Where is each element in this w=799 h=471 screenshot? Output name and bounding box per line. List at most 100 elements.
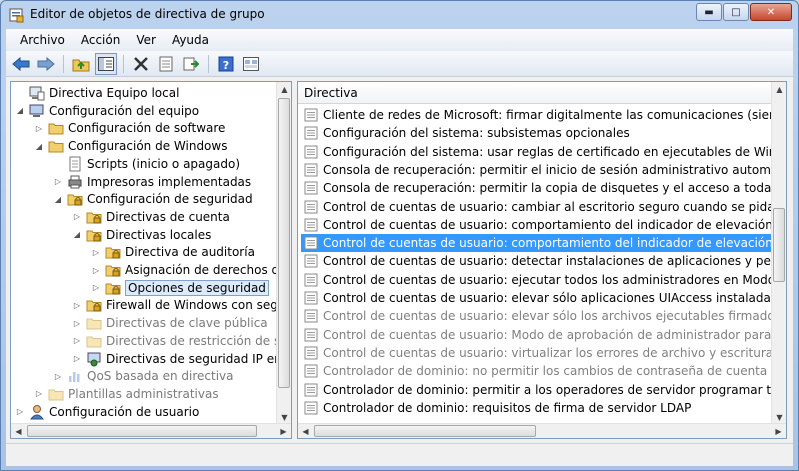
list-horizontal-scrollbar[interactable]: ◀ ▶ <box>298 423 786 438</box>
tree-node[interactable]: Directiva Equipo local <box>15 84 179 102</box>
policy-row[interactable]: Controlador de dominio: permitir a los o… <box>301 381 773 399</box>
collapsed-arrow-icon[interactable]: ▷ <box>34 123 44 133</box>
tree-vertical-scrollbar[interactable]: ▲ ▼ <box>276 82 291 425</box>
delete-button[interactable] <box>130 53 152 75</box>
tree-node[interactable]: ▷ Directivas de clave pública <box>72 314 268 332</box>
tree-node[interactable]: ▷ Directivas de cuenta <box>72 208 230 226</box>
help-button[interactable]: ? <box>215 53 237 75</box>
collapsed-arrow-icon[interactable]: ▷ <box>34 389 44 399</box>
scroll-right-icon[interactable]: ▶ <box>276 424 291 438</box>
collapsed-arrow-icon[interactable]: ▷ <box>72 336 82 346</box>
policy-row-label: Controlador de dominio: requisitos de fi… <box>323 400 692 415</box>
collapsed-arrow-icon[interactable]: ▷ <box>72 212 82 222</box>
tree-node[interactable]: ▷ Configuración de software <box>34 119 226 137</box>
qos-chart-icon <box>69 372 80 383</box>
policy-row[interactable]: Consola de recuperación: permitir la cop… <box>301 179 773 197</box>
tree-node[interactable]: ▷ Directiva de auditoría <box>91 243 255 261</box>
policy-row[interactable]: Control de cuentas de usuario: ejecutar … <box>301 271 773 289</box>
policy-row-label: Consola de recuperación: permitir el ini… <box>323 162 773 177</box>
tree-node[interactable]: ◢ Configuración de Windows <box>34 137 228 155</box>
tree-node[interactable]: ▷ Directivas de seguridad IP en E <box>72 350 292 368</box>
tree-node-label: Directiva Equipo local <box>49 86 180 100</box>
tree-node-label: Directivas de seguridad IP en E <box>106 351 292 366</box>
collapsed-arrow-icon[interactable]: ▷ <box>53 177 63 187</box>
tree-node[interactable]: ▷ Configuración de usuario <box>15 403 199 421</box>
expanded-arrow-icon[interactable]: ◢ <box>34 141 44 151</box>
policy-row[interactable]: Control de cuentas de usuario: Modo de a… <box>301 326 773 344</box>
menu-archivo[interactable]: Archivo <box>12 33 73 47</box>
show-hide-tree-button[interactable] <box>95 52 117 75</box>
view-button[interactable] <box>240 53 262 75</box>
policy-row[interactable]: Controlador de dominio: requisitos de fi… <box>301 399 773 417</box>
minimize-button[interactable]: ▬ <box>696 3 722 21</box>
scroll-right-icon[interactable]: ▶ <box>771 424 786 438</box>
forward-button[interactable] <box>35 53 57 75</box>
tree-node[interactable]: ▷ QoS basada en directiva <box>53 367 234 385</box>
tree-node-label: Asignación de derechos de <box>125 263 287 277</box>
scroll-left-icon[interactable]: ◀ <box>11 424 26 438</box>
list-vertical-scrollbar[interactable]: ▲ ▼ <box>771 82 786 425</box>
policy-row[interactable]: Configuración del sistema: usar reglas d… <box>301 143 773 161</box>
menu-ayuda[interactable]: Ayuda <box>164 33 217 47</box>
window-controls: ▬ □ ✕ <box>696 3 792 21</box>
expanded-arrow-icon[interactable]: ◢ <box>53 194 63 204</box>
expanded-arrow-icon[interactable]: ◢ <box>15 106 25 116</box>
menu-accion[interactable]: Acción <box>73 33 128 47</box>
policy-row-label: Consola de recuperación: permitir la cop… <box>323 181 773 196</box>
policy-row[interactable]: Configuración del sistema: subsistemas o… <box>301 124 773 142</box>
list-vertical-scroll-thumb[interactable] <box>773 208 785 282</box>
tree-node[interactable]: ◢ Configuración de seguridad <box>53 190 253 208</box>
collapsed-arrow-icon[interactable]: ▷ <box>91 247 101 257</box>
expanded-arrow-icon[interactable]: ◢ <box>72 230 82 240</box>
collapsed-arrow-icon[interactable]: ▷ <box>72 354 82 364</box>
export-button[interactable] <box>180 53 202 75</box>
collapsed-arrow-icon[interactable]: ▷ <box>91 265 101 275</box>
tree-node[interactable]: Scripts (inicio o apagado) <box>53 155 240 173</box>
menu-ver[interactable]: Ver <box>128 33 164 47</box>
policy-row[interactable]: Control de cuentas de usuario: virtualiz… <box>301 344 773 362</box>
policy-row[interactable]: Control de cuentas de usuario: comportam… <box>301 234 773 253</box>
tree-node[interactable]: ▷ Opciones de seguridad <box>91 279 269 297</box>
tree-horizontal-scrollbar[interactable]: ◀ ▶ <box>11 423 291 438</box>
policy-row[interactable]: Control de cuentas de usuario: comportam… <box>301 216 773 234</box>
scroll-up-icon[interactable]: ▲ <box>772 82 786 97</box>
collapsed-arrow-icon[interactable]: ▷ <box>72 318 82 328</box>
up-folder-button[interactable] <box>70 53 92 75</box>
close-button[interactable]: ✕ <box>750 3 792 21</box>
tree-node[interactable]: ▷ Directivas de restricción de sof <box>72 332 291 350</box>
policy-row[interactable]: Control de cuentas de usuario: elevar só… <box>301 307 773 325</box>
tree-node[interactable]: ▷ Impresoras implementadas <box>53 173 251 191</box>
back-button[interactable] <box>10 53 32 75</box>
tree-node[interactable]: ◢ Configuración del equipo <box>15 102 199 120</box>
security-folder-icon <box>86 300 102 312</box>
policy-setting-icon <box>304 364 318 378</box>
maximize-button[interactable]: □ <box>723 3 749 21</box>
column-header-directiva[interactable]: Directiva <box>298 82 773 104</box>
tree-node[interactable]: ▷ Plantillas administrativas <box>34 385 219 403</box>
policy-row[interactable]: Consola de recuperación: permitir el ini… <box>301 161 773 179</box>
tree-node[interactable]: ▷ Firewall de Windows con segu <box>72 296 286 314</box>
list-horizontal-scroll-thumb[interactable] <box>314 425 536 437</box>
policy-row[interactable]: Cliente de redes de Microsoft: firmar di… <box>301 106 773 124</box>
title-bar[interactable]: Editor de objetos de directiva de grupo … <box>1 1 798 29</box>
scroll-up-icon[interactable]: ▲ <box>277 82 291 97</box>
policy-row[interactable]: Control de cuentas de usuario: detectar … <box>301 252 773 270</box>
collapsed-arrow-icon[interactable]: ▷ <box>53 371 63 381</box>
tree-node-label: Configuración de usuario <box>49 404 200 419</box>
tree-node-label: Directivas de clave pública <box>106 316 268 331</box>
tree-node[interactable]: ◢ Directivas locales <box>72 226 211 244</box>
collapsed-arrow-icon[interactable]: ▷ <box>72 300 82 310</box>
tree-node[interactable]: ▷ Asignación de derechos de <box>91 261 287 279</box>
scroll-left-icon[interactable]: ◀ <box>298 424 313 438</box>
collapsed-arrow-icon[interactable]: ▷ <box>15 407 25 417</box>
policy-row[interactable]: Control de cuentas de usuario: cambiar a… <box>301 198 773 216</box>
tree-horizontal-scroll-thumb[interactable] <box>27 425 257 437</box>
policy-row[interactable]: Control de cuentas de usuario: elevar só… <box>301 289 773 307</box>
properties-button[interactable] <box>155 53 177 75</box>
collapsed-arrow-icon[interactable]: ▷ <box>91 283 101 293</box>
folder-icon <box>86 318 102 330</box>
tree-vertical-scroll-thumb[interactable] <box>278 98 290 388</box>
policy-row[interactable]: Controlador de dominio: no permitir los … <box>301 362 773 380</box>
